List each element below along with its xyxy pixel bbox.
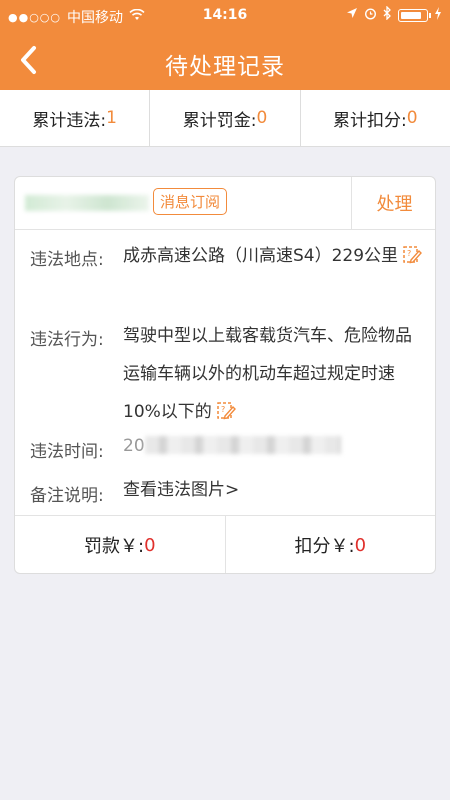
status-bar: ●●○○○ 中国移动 14:16 <box>0 0 450 30</box>
charging-icon <box>434 6 442 24</box>
nav-bar: 待处理记录 <box>0 30 450 90</box>
alarm-icon <box>364 7 377 24</box>
location-icon <box>346 7 358 23</box>
card-header: 消息订阅 处理 <box>15 177 435 230</box>
fine-value: 0 <box>144 534 156 556</box>
view-photo-link[interactable]: 查看违法图片> <box>123 471 423 509</box>
location-label: 违法地点: <box>30 250 104 270</box>
subscribe-button[interactable]: 消息订阅 <box>153 188 227 215</box>
summary-fines-value: 0 <box>256 108 268 128</box>
battery-icon <box>398 8 431 22</box>
points-label: 扣分￥: <box>294 536 355 557</box>
summary-points-value: 0 <box>406 108 418 128</box>
edit-icon[interactable]: ? <box>402 241 423 279</box>
summary-violations-value: 1 <box>106 108 117 128</box>
summary-points-label: 累计扣分: <box>333 110 407 131</box>
behavior-value: 驾驶中型以上载客载货汽车、危险物品运输车辆以外的机动车超过规定时速10%以下的 <box>123 326 412 422</box>
behavior-label: 违法行为: <box>30 330 104 350</box>
summary-points: 累计扣分: 0 <box>301 90 450 146</box>
violation-card: 消息订阅 处理 违法地点: 成赤高速公路（川高速S4）229公里? 违法行为: … <box>14 176 436 574</box>
location-value-wrap: 成赤高速公路（川高速S4）229公里? <box>123 237 423 279</box>
time-value: 20 <box>123 427 423 465</box>
svg-text:?: ? <box>221 405 225 414</box>
location-value: 成赤高速公路（川高速S4）229公里 <box>123 246 399 266</box>
svg-text:?: ? <box>407 249 411 258</box>
page-title: 待处理记录 <box>165 54 285 80</box>
summary-fines-label: 累计罚金: <box>182 110 257 131</box>
summary-bar: 累计违法: 1 累计罚金: 0 累计扣分: 0 <box>0 90 450 147</box>
summary-violations: 累计违法: 1 <box>0 90 151 146</box>
time-value-redacted <box>144 436 341 454</box>
process-button[interactable]: 处理 <box>352 177 435 229</box>
time-value-prefix: 20 <box>123 436 145 456</box>
card-footer: 罚款￥: 0 扣分￥: 0 <box>15 515 436 573</box>
points-cell: 扣分￥: 0 <box>226 516 436 573</box>
summary-fines: 累计罚金: 0 <box>150 90 301 146</box>
bluetooth-icon <box>383 5 392 24</box>
behavior-value-wrap: 驾驶中型以上载客载货汽车、危险物品运输车辆以外的机动车超过规定时速10%以下的? <box>123 317 423 435</box>
fine-cell: 罚款￥: 0 <box>15 516 226 573</box>
points-value: 0 <box>354 534 367 556</box>
plate-number-redacted <box>25 195 149 211</box>
summary-violations-label: 累计违法: <box>32 110 107 131</box>
time-label: 违法时间: <box>30 442 104 462</box>
remark-label: 备注说明: <box>30 486 104 506</box>
fine-label: 罚款￥: <box>83 536 145 557</box>
